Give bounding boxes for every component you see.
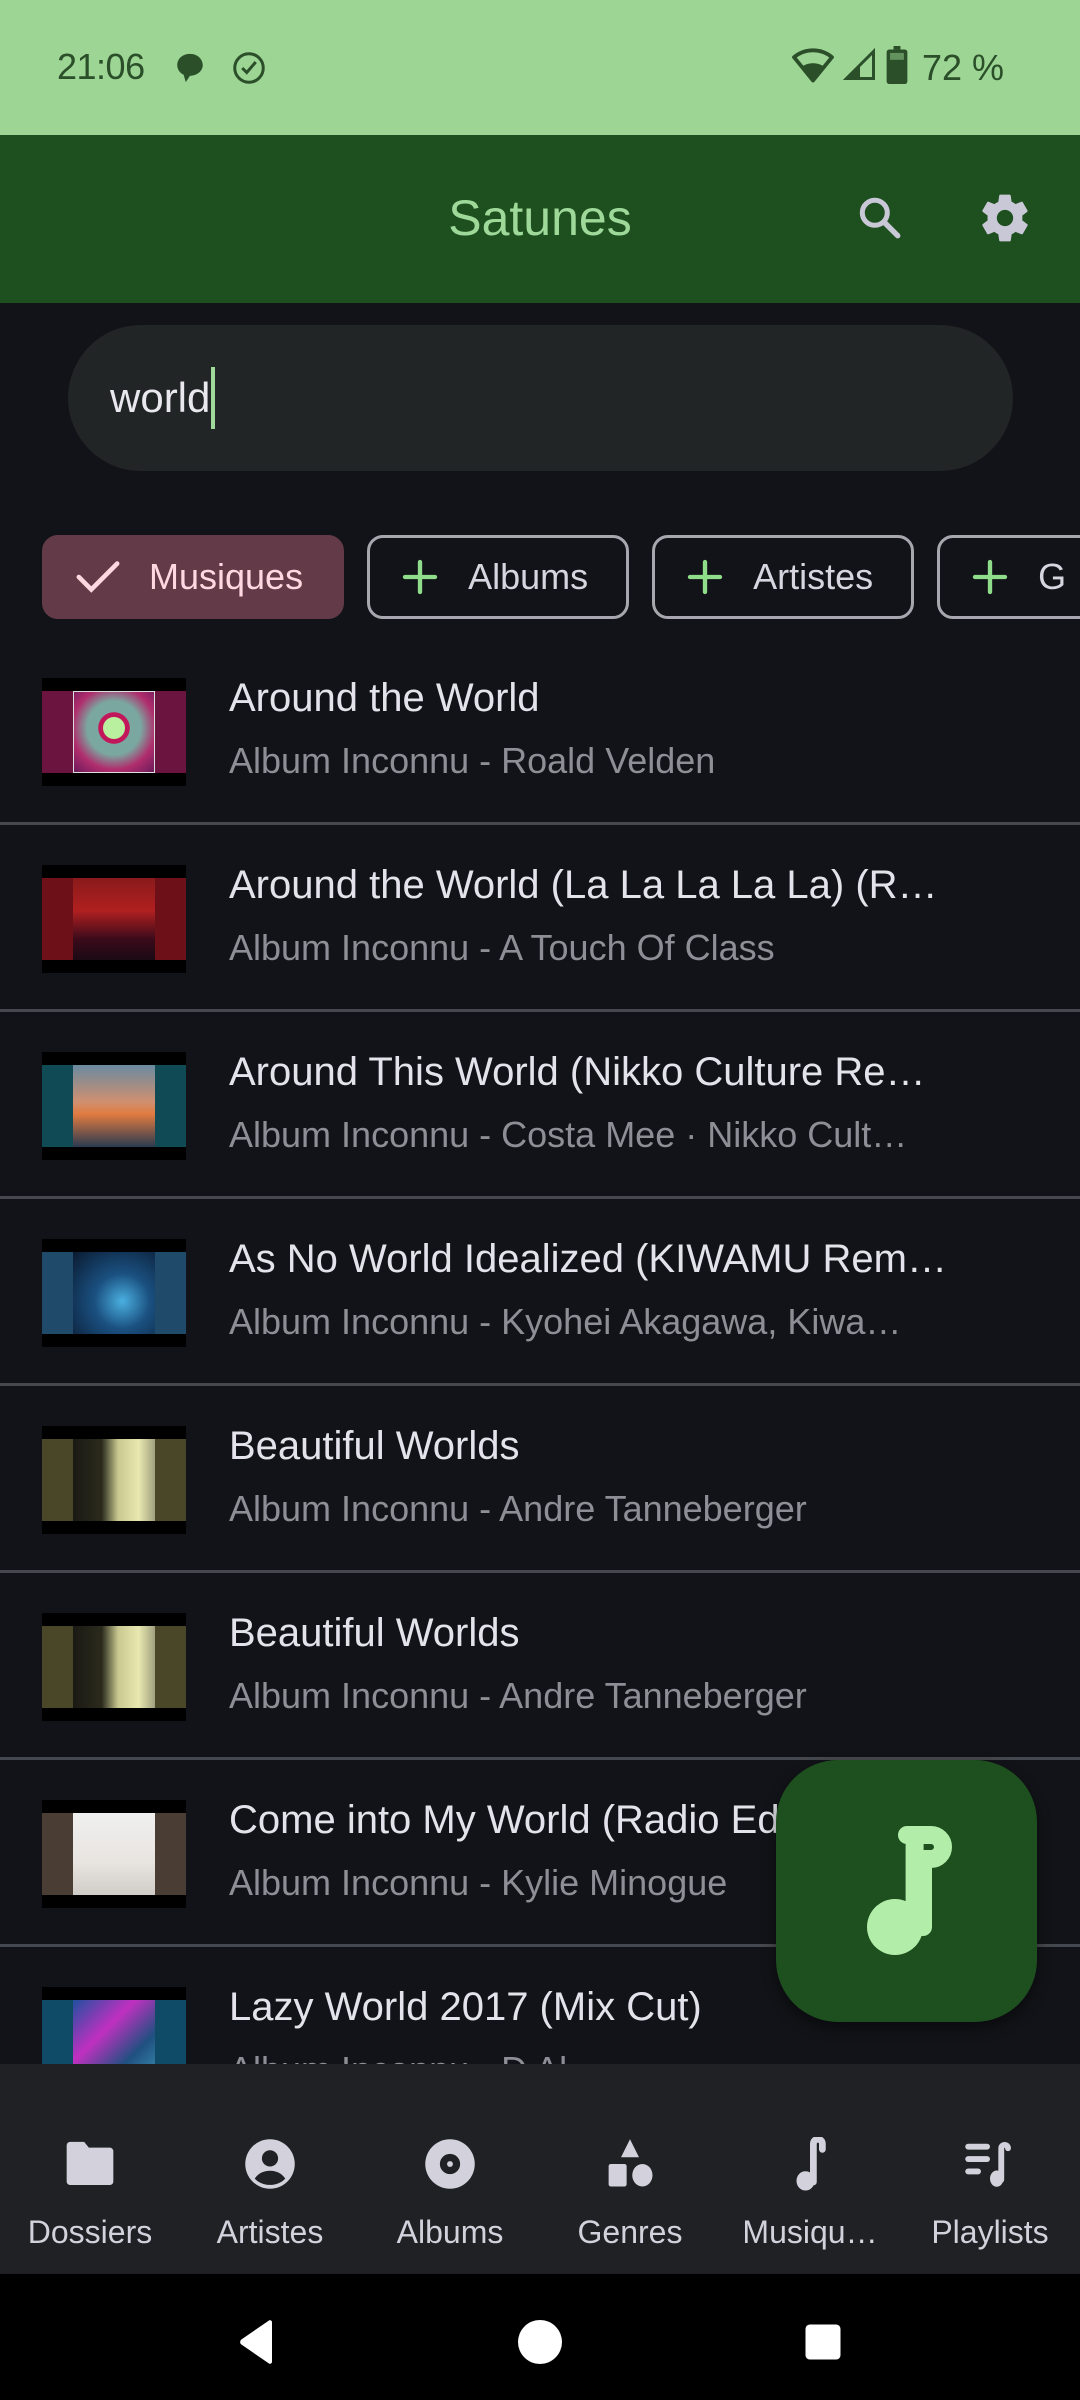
plus-icon xyxy=(970,557,1010,597)
song-subtitle: Album Inconnu - Andre Tanneberger xyxy=(229,1488,807,1529)
recents-square-icon xyxy=(802,2321,844,2368)
shapes-icon xyxy=(603,2134,657,2194)
song-subtitle: Album Inconnu - Roald Velden xyxy=(229,740,716,781)
album-disc-icon xyxy=(423,2134,477,2194)
nav-label: Dossiers xyxy=(27,2214,153,2250)
now-playing-fab[interactable] xyxy=(776,1760,1037,2022)
song-title: Come into My World (Radio Edit) xyxy=(229,1798,813,1842)
song-subtitle: Album Inconnu - A Touch Of Class xyxy=(229,927,775,968)
chip-label: G xyxy=(1038,556,1067,597)
album-art xyxy=(42,678,186,786)
song-title: As No World Idealized (KIWAMU Rem… xyxy=(229,1237,947,1281)
song-subtitle: Album Inconnu - Kylie Minogue xyxy=(229,1862,728,1903)
plus-icon xyxy=(400,557,440,597)
nav-label: Playlists xyxy=(931,2214,1049,2250)
artist-icon xyxy=(243,2134,297,2194)
song-subtitle: Album Inconnu - D Al xyxy=(229,2049,567,2064)
app-bar: Satunes xyxy=(0,135,1080,303)
nav-artistes[interactable]: Artistes xyxy=(180,2064,360,2274)
music-note-icon xyxy=(859,1819,955,1964)
chip-musiques[interactable]: Musiques xyxy=(42,535,345,619)
search-button[interactable] xyxy=(845,185,915,255)
song-title: Around the World xyxy=(229,676,540,720)
music-note-icon xyxy=(790,2134,830,2194)
back-button[interactable] xyxy=(226,2314,286,2374)
song-title: Lazy World 2017 (Mix Cut) xyxy=(229,1985,702,2029)
list-item[interactable]: Beautiful Worlds Album Inconnu - Andre T… xyxy=(0,1386,1080,1573)
nav-dossiers[interactable]: Dossiers xyxy=(0,2064,180,2274)
chip-label: Musiques xyxy=(149,556,304,597)
chip-label: Albums xyxy=(468,556,589,597)
album-art xyxy=(42,1987,186,2064)
nav-musiques[interactable]: Musiqu… xyxy=(720,2064,900,2274)
list-item[interactable]: Beautiful Worlds Album Inconnu - Andre T… xyxy=(0,1573,1080,1760)
text-cursor xyxy=(211,367,216,429)
check-icon xyxy=(75,557,121,597)
chat-bubble-icon xyxy=(173,51,207,90)
song-title: Beautiful Worlds xyxy=(229,1424,520,1468)
nav-label: Albums xyxy=(396,2214,504,2250)
search-input[interactable]: world xyxy=(68,325,1013,471)
nav-genres[interactable]: Genres xyxy=(540,2064,720,2274)
recents-button[interactable] xyxy=(793,2314,853,2374)
nav-label: Musiqu… xyxy=(742,2214,878,2250)
settings-gear-icon xyxy=(977,190,1033,251)
chip-albums[interactable]: Albums xyxy=(367,535,630,619)
nav-playlists[interactable]: Playlists xyxy=(900,2064,1080,2274)
signal-icon xyxy=(842,47,878,88)
settings-button[interactable] xyxy=(970,185,1040,255)
home-circle-icon xyxy=(516,2318,564,2371)
song-subtitle: Album Inconnu - Andre Tanneberger xyxy=(229,1675,807,1716)
list-item[interactable]: Around the World Album Inconnu - Roald V… xyxy=(0,638,1080,825)
app-title: Satunes xyxy=(448,190,632,246)
album-art xyxy=(42,1800,186,1908)
search-icon xyxy=(855,193,905,248)
album-art xyxy=(42,1052,186,1160)
list-item[interactable]: Around This World (Nikko Culture Re… Alb… xyxy=(0,1012,1080,1199)
song-subtitle: Album Inconnu - Kyohei Akagawa, Kiwa… xyxy=(229,1301,902,1342)
song-title: Beautiful Worlds xyxy=(229,1611,520,1655)
album-art xyxy=(42,865,186,973)
song-subtitle: Album Inconnu - Costa Mee · Nikko Cult… xyxy=(229,1114,908,1155)
battery-icon xyxy=(886,46,908,89)
playlist-icon xyxy=(963,2134,1017,2194)
song-title: Around This World (Nikko Culture Re… xyxy=(229,1050,926,1094)
album-art xyxy=(42,1613,186,1721)
album-art xyxy=(42,1239,186,1347)
bottom-navigation: Dossiers Artistes Albums Genres Musiqu… … xyxy=(0,2064,1080,2274)
song-title: Around the World (La La La La La) (R… xyxy=(229,863,938,907)
chip-artistes[interactable]: Artistes xyxy=(652,535,915,619)
wifi-icon xyxy=(792,46,834,89)
filter-chips: Musiques Albums Artistes G xyxy=(42,535,1080,619)
home-button[interactable] xyxy=(510,2314,570,2374)
plus-icon xyxy=(685,557,725,597)
nav-label: Genres xyxy=(577,2214,683,2250)
list-item[interactable]: As No World Idealized (KIWAMU Rem… Album… xyxy=(0,1199,1080,1386)
chip-label: Artistes xyxy=(753,556,874,597)
search-input-value[interactable]: world xyxy=(110,374,210,422)
back-triangle-icon xyxy=(235,2318,277,2371)
album-art xyxy=(42,1426,186,1534)
chip-genres[interactable]: G xyxy=(937,535,1080,619)
list-item[interactable]: Around the World (La La La La La) (R… Al… xyxy=(0,825,1080,1012)
folder-icon xyxy=(62,2134,118,2194)
nav-albums[interactable]: Albums xyxy=(360,2064,540,2274)
status-bar: 21:06 72 % xyxy=(0,0,1080,135)
system-navigation-bar xyxy=(0,2274,1080,2400)
status-time: 21:06 xyxy=(57,46,145,87)
nav-label: Artistes xyxy=(216,2214,324,2250)
check-circle-icon xyxy=(231,50,267,91)
battery-percent: 72 % xyxy=(921,46,1004,88)
